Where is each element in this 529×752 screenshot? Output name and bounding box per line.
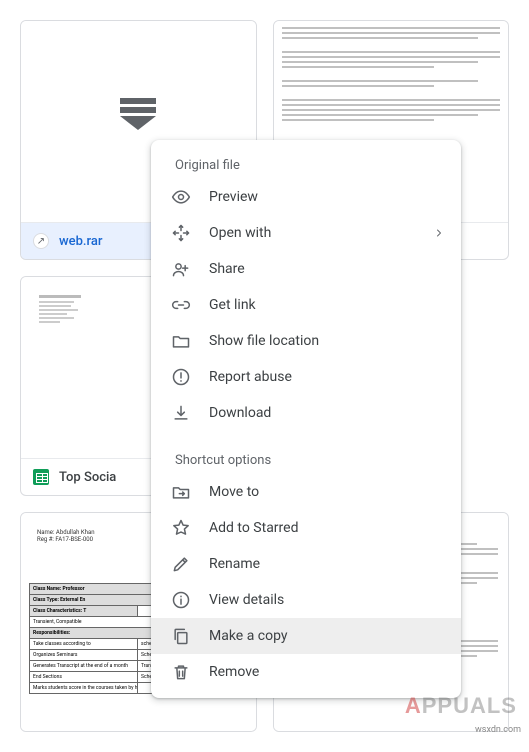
context-menu: Original file Preview Open with Share Ge… (151, 140, 461, 698)
menu-make-copy[interactable]: Make a copy (151, 618, 461, 654)
menu-label: Show file location (209, 333, 445, 349)
star-icon (171, 518, 191, 538)
menu-label: Make a copy (209, 628, 445, 644)
file-name: web.rar (59, 234, 103, 249)
menu-label: Download (209, 405, 445, 421)
watermark: APPUALS (405, 693, 517, 719)
file-name: Top Socia (59, 470, 116, 485)
menu-section-original: Original file (151, 148, 461, 179)
menu-add-starred[interactable]: Add to Starred (151, 510, 461, 546)
eye-icon (171, 187, 191, 207)
menu-open-with[interactable]: Open with (151, 215, 461, 251)
menu-label: Move to (209, 484, 445, 500)
menu-preview[interactable]: Preview (151, 179, 461, 215)
folder-icon (171, 331, 191, 351)
sheets-icon (33, 469, 49, 485)
chevron-right-icon (433, 227, 445, 239)
menu-report-abuse[interactable]: Report abuse (151, 359, 461, 395)
trash-icon (171, 662, 191, 682)
report-icon (171, 367, 191, 387)
menu-get-link[interactable]: Get link (151, 287, 461, 323)
menu-label: Remove (209, 664, 445, 680)
shortcut-badge-icon: ↗ (33, 233, 49, 249)
menu-label: Rename (209, 556, 445, 572)
info-icon (171, 590, 191, 610)
menu-label: View details (209, 592, 445, 608)
menu-label: Preview (209, 189, 445, 205)
menu-label: Share (209, 261, 445, 277)
copy-icon (171, 626, 191, 646)
menu-label: Add to Starred (209, 520, 445, 536)
move-to-icon (171, 482, 191, 502)
menu-rename[interactable]: Rename (151, 546, 461, 582)
menu-label: Report abuse (209, 369, 445, 385)
menu-label: Open with (209, 225, 415, 241)
download-icon (171, 403, 191, 423)
menu-move-to[interactable]: Move to (151, 474, 461, 510)
menu-show-location[interactable]: Show file location (151, 323, 461, 359)
menu-remove[interactable]: Remove (151, 654, 461, 690)
menu-view-details[interactable]: View details (151, 582, 461, 618)
share-icon (171, 259, 191, 279)
open-with-icon (171, 223, 191, 243)
pencil-icon (171, 554, 191, 574)
credit-text: wsxdn.com (475, 725, 521, 735)
menu-download[interactable]: Download (151, 395, 461, 431)
menu-label: Get link (209, 297, 445, 313)
archive-icon (114, 98, 162, 146)
link-icon (171, 295, 191, 315)
menu-section-shortcut: Shortcut options (151, 443, 461, 474)
menu-share[interactable]: Share (151, 251, 461, 287)
